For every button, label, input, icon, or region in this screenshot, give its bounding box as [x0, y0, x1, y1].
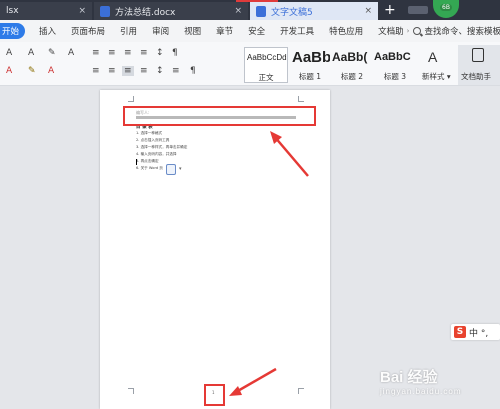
menu-section[interactable]: 章节	[216, 25, 233, 37]
align-center-icon[interactable]: ≡	[108, 66, 116, 76]
tab-document5[interactable]: 文字文稿5 ×	[250, 2, 378, 20]
style-sample: AaBbC	[374, 51, 411, 63]
menu-page-layout[interactable]: 页面布局	[71, 25, 105, 37]
chevron-right-icon[interactable]: ›	[407, 27, 410, 35]
list-item: 2. 点击插入页码工具	[136, 138, 170, 142]
style-sample: AaBb	[292, 49, 330, 66]
style-icon: A	[428, 49, 438, 65]
ime-logo-icon: S	[454, 326, 466, 338]
bullet-list-icon[interactable]: ≡	[92, 48, 100, 58]
list-item: 4. 输入页码内容，并选择	[136, 152, 177, 156]
close-icon[interactable]: ×	[364, 6, 372, 16]
align-left-icon[interactable]: ≡	[92, 66, 100, 76]
word-file-icon	[100, 5, 110, 17]
menu-review[interactable]: 审阅	[152, 25, 169, 37]
word-file-icon	[256, 5, 266, 17]
text-cursor	[136, 159, 137, 165]
style-heading-2[interactable]: AaBb( 标题 2	[332, 47, 372, 83]
style-heading-3[interactable]: AaBbC 标题 3	[374, 47, 416, 83]
tab-bar: lsx × 方法总结.docx × 文字文稿5 × + 6B	[0, 0, 500, 20]
avatar-badge: 6B	[440, 4, 452, 11]
list-item: 3. 选择一种样式，再单击并确定	[136, 145, 188, 149]
annotation-mark	[236, 0, 278, 2]
menu-bar: 开始 插入 页面布局 引用 审阅 视图 章节 安全 开发工具 特色应用 文档助 …	[0, 20, 500, 42]
watermark-text: Bai 经验	[380, 369, 438, 386]
show-marks-icon[interactable]: ¶	[172, 48, 178, 58]
menu-insert[interactable]: 插入	[39, 25, 56, 37]
shading-icon[interactable]: ¶	[190, 66, 196, 76]
list-item: 5. 再点击确定	[136, 159, 159, 163]
align-justify-icon[interactable]: ≡	[122, 66, 134, 76]
close-icon[interactable]: ×	[234, 6, 242, 16]
ribbon: A A ✎ A A ✎ A ≡ ≡ ≡ ≡ ↕ ¶ ≡ ≡ ≡ ≡ ↕ ≡ ¶ …	[0, 42, 500, 86]
crop-mark	[128, 96, 134, 102]
ime-mode: 中 °,	[469, 329, 489, 339]
decrease-indent-icon[interactable]: ≡	[124, 48, 132, 58]
doc-assistant-button[interactable]: 文档助手	[458, 45, 500, 85]
menu-special[interactable]: 特色应用	[329, 25, 363, 37]
tab-label: 文字文稿5	[271, 7, 313, 18]
tab-method-summary[interactable]: 方法总结.docx ×	[94, 2, 248, 20]
doc-assistant-icon	[472, 48, 484, 62]
text-effect-icon[interactable]: A	[68, 48, 74, 58]
avatar[interactable]: 6B	[433, 0, 459, 18]
style-sample: AaBb(	[332, 50, 368, 64]
tab-label: 方法总结.docx	[115, 7, 176, 18]
menu-developer[interactable]: 开发工具	[280, 25, 314, 37]
highlight-icon[interactable]: ✎	[28, 66, 36, 76]
paste-options-icon[interactable]	[166, 164, 176, 175]
ime-toolbar[interactable]: S 中 °,	[451, 324, 500, 340]
menu-security[interactable]: 安全	[248, 25, 265, 37]
font-size-up-icon[interactable]: A	[6, 48, 12, 58]
new-tab-button[interactable]: +	[384, 1, 396, 19]
document-page[interactable]: 编写人: 目 录 表 1. 选择一种格式 2. 点击插入页码工具 3. 选择一种…	[100, 90, 330, 409]
new-style-label: 新样式 ▾	[422, 72, 451, 81]
crop-mark	[298, 388, 304, 394]
watermark: Bai 经验 jingyan.baidu.com	[380, 366, 461, 396]
sort-icon[interactable]: ↕	[156, 48, 164, 58]
new-style-button[interactable]: A 新样式 ▾	[422, 47, 452, 83]
menu-doc-assistant[interactable]: 文档助	[378, 25, 404, 37]
command-search[interactable]: 查找命令、搜索模板	[413, 25, 500, 37]
doc-assistant-label: 文档助手	[461, 72, 491, 81]
chevron-down-icon[interactable]: ▾	[179, 166, 182, 172]
numbered-list-icon[interactable]: ≡	[108, 48, 116, 58]
list-item: 1. 选择一种格式	[136, 131, 163, 135]
style-sample: AaBbCcDd	[247, 53, 287, 62]
line-spacing-icon[interactable]: ↕	[156, 66, 164, 76]
crop-mark	[128, 388, 134, 394]
clear-format-icon[interactable]: ✎	[48, 48, 56, 58]
style-normal[interactable]: AaBbCcDd 正文	[244, 47, 288, 83]
style-gallery: AaBbCcDd 正文 AaBb 标题 1 AaBb( 标题 2 AaBbC 标…	[244, 47, 416, 83]
style-name: 标题 2	[340, 72, 364, 81]
style-name: 标题 1	[298, 72, 322, 81]
borders-icon[interactable]: ≡	[172, 66, 180, 76]
watermark-url: jingyan.baidu.com	[380, 387, 462, 396]
style-name: 正文	[258, 73, 274, 82]
tab-spreadsheet[interactable]: lsx ×	[0, 2, 92, 20]
align-right-icon[interactable]: ≡	[140, 66, 148, 76]
tab-label: lsx	[6, 6, 19, 16]
increase-indent-icon[interactable]: ≡	[140, 48, 148, 58]
menu-home[interactable]: 开始	[0, 23, 26, 39]
font-color-icon[interactable]: A	[6, 66, 12, 76]
close-icon[interactable]: ×	[78, 6, 86, 16]
menu-view[interactable]: 视图	[184, 25, 201, 37]
search-icon	[413, 27, 422, 35]
menu-references[interactable]: 引用	[120, 25, 137, 37]
text-color-icon[interactable]: A	[48, 66, 54, 76]
style-heading-1[interactable]: AaBb 标题 1	[290, 47, 330, 83]
window-control[interactable]	[408, 6, 428, 14]
font-size-down-icon[interactable]: A	[28, 48, 34, 58]
annotation-box-page-number	[204, 384, 225, 406]
search-label: 查找命令、搜索模板	[424, 27, 500, 37]
crop-mark	[298, 96, 304, 102]
style-name: 标题 3	[383, 72, 407, 81]
annotation-box-header	[123, 106, 316, 126]
